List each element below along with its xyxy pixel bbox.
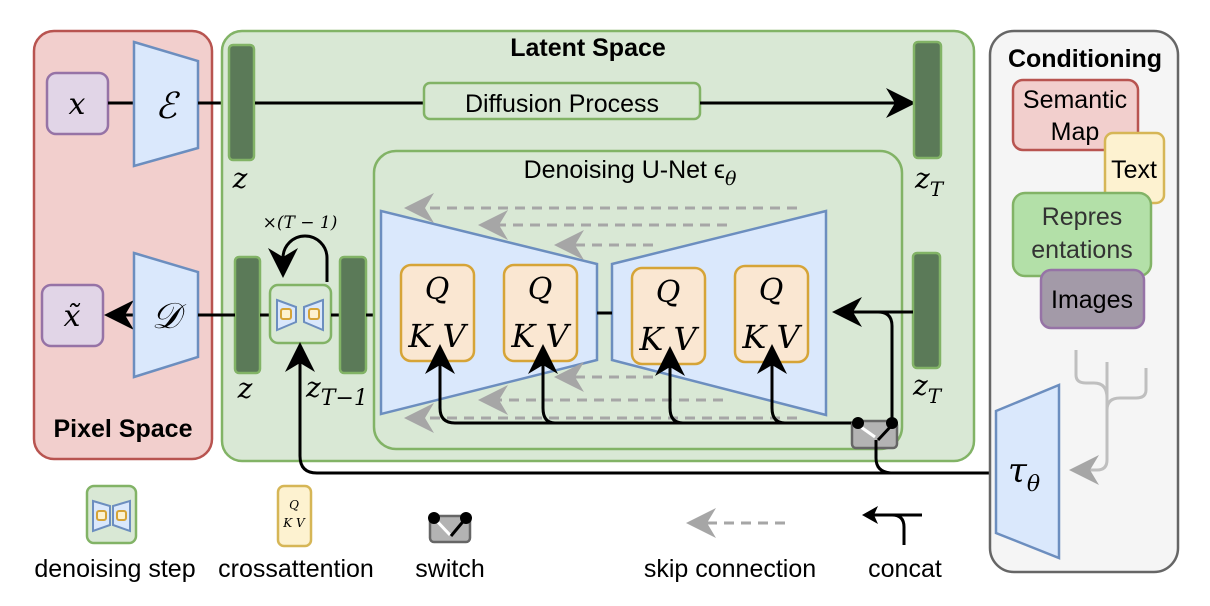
svg-text:switch: switch [415,555,484,583]
mini-attn-icon [280,308,292,320]
svg-text:Q: Q [289,498,299,512]
svg-text:denoising step: denoising step [34,555,195,583]
svg-text:Semantic: Semantic [1023,86,1127,114]
conditioning-title: Conditioning [1008,45,1162,73]
legend-denoising-step: denoising step [34,484,196,583]
svg-text:K V: K V [510,317,571,355]
svg-text:Q: Q [528,272,553,307]
conditioning-item-images: Images [1039,268,1146,330]
latent-z-top-bar [227,43,256,162]
svg-text:K V: K V [407,317,468,355]
legend-crossattention: Q K V crossattention [218,484,374,583]
crossattention-block: Q K V [399,263,476,363]
latent-z-top-label: z [232,162,248,195]
svg-text:entations: entations [1031,236,1132,264]
svg-text:concat: concat [868,555,942,583]
crossattention-block: Q K V [630,266,707,366]
latent-zT-minus-1-bar [338,255,368,375]
latent-diffusion-diagram: Pixel Space x ℰ x̃ 𝒟 Latent Space z Diff… [32,29,1180,583]
svg-text:Q: Q [656,275,681,310]
svg-text:Q: Q [425,272,450,307]
crossattention-block: Q K V [502,263,579,363]
svg-text:Map: Map [1051,118,1100,146]
legend-switch: switch [415,512,485,583]
diffusion-process-label: Diffusion Process [465,90,659,118]
concat-icon [872,513,922,545]
encoder-label: ℰ [155,86,180,127]
svg-text:Images: Images [1051,286,1133,314]
svg-text:Q: Q [759,273,784,308]
conditioning-item-representations: Repres entations [1011,191,1153,278]
mini-attn-icon [308,308,320,320]
svg-text:K V: K V [282,516,306,530]
legend-skip-connection: skip connection [644,508,816,583]
output-image-label: x̃ [64,299,82,334]
latent-z-bottom-bar [233,255,262,375]
switch-icon [428,512,472,544]
legend-concat: concat [862,506,942,583]
pixel-space-title: Pixel Space [54,415,193,443]
svg-text:crossattention: crossattention [218,555,374,583]
input-image-label: x [69,87,86,122]
svg-text:Text: Text [1111,156,1157,184]
latent-z-bottom-label: z [237,372,253,405]
latent-space-title: Latent Space [510,34,666,62]
svg-text:Repres: Repres [1042,203,1123,231]
latent-zT-bottom-bar [911,251,942,370]
latent-zT-top-bar [912,40,943,160]
svg-text:skip connection: skip connection [644,555,816,583]
denoising-step-icon [85,484,138,545]
crossattention-icon: Q K V [276,484,313,548]
crossattention-block: Q K V [733,264,810,364]
repeat-label: ×(T − 1) [263,213,338,233]
